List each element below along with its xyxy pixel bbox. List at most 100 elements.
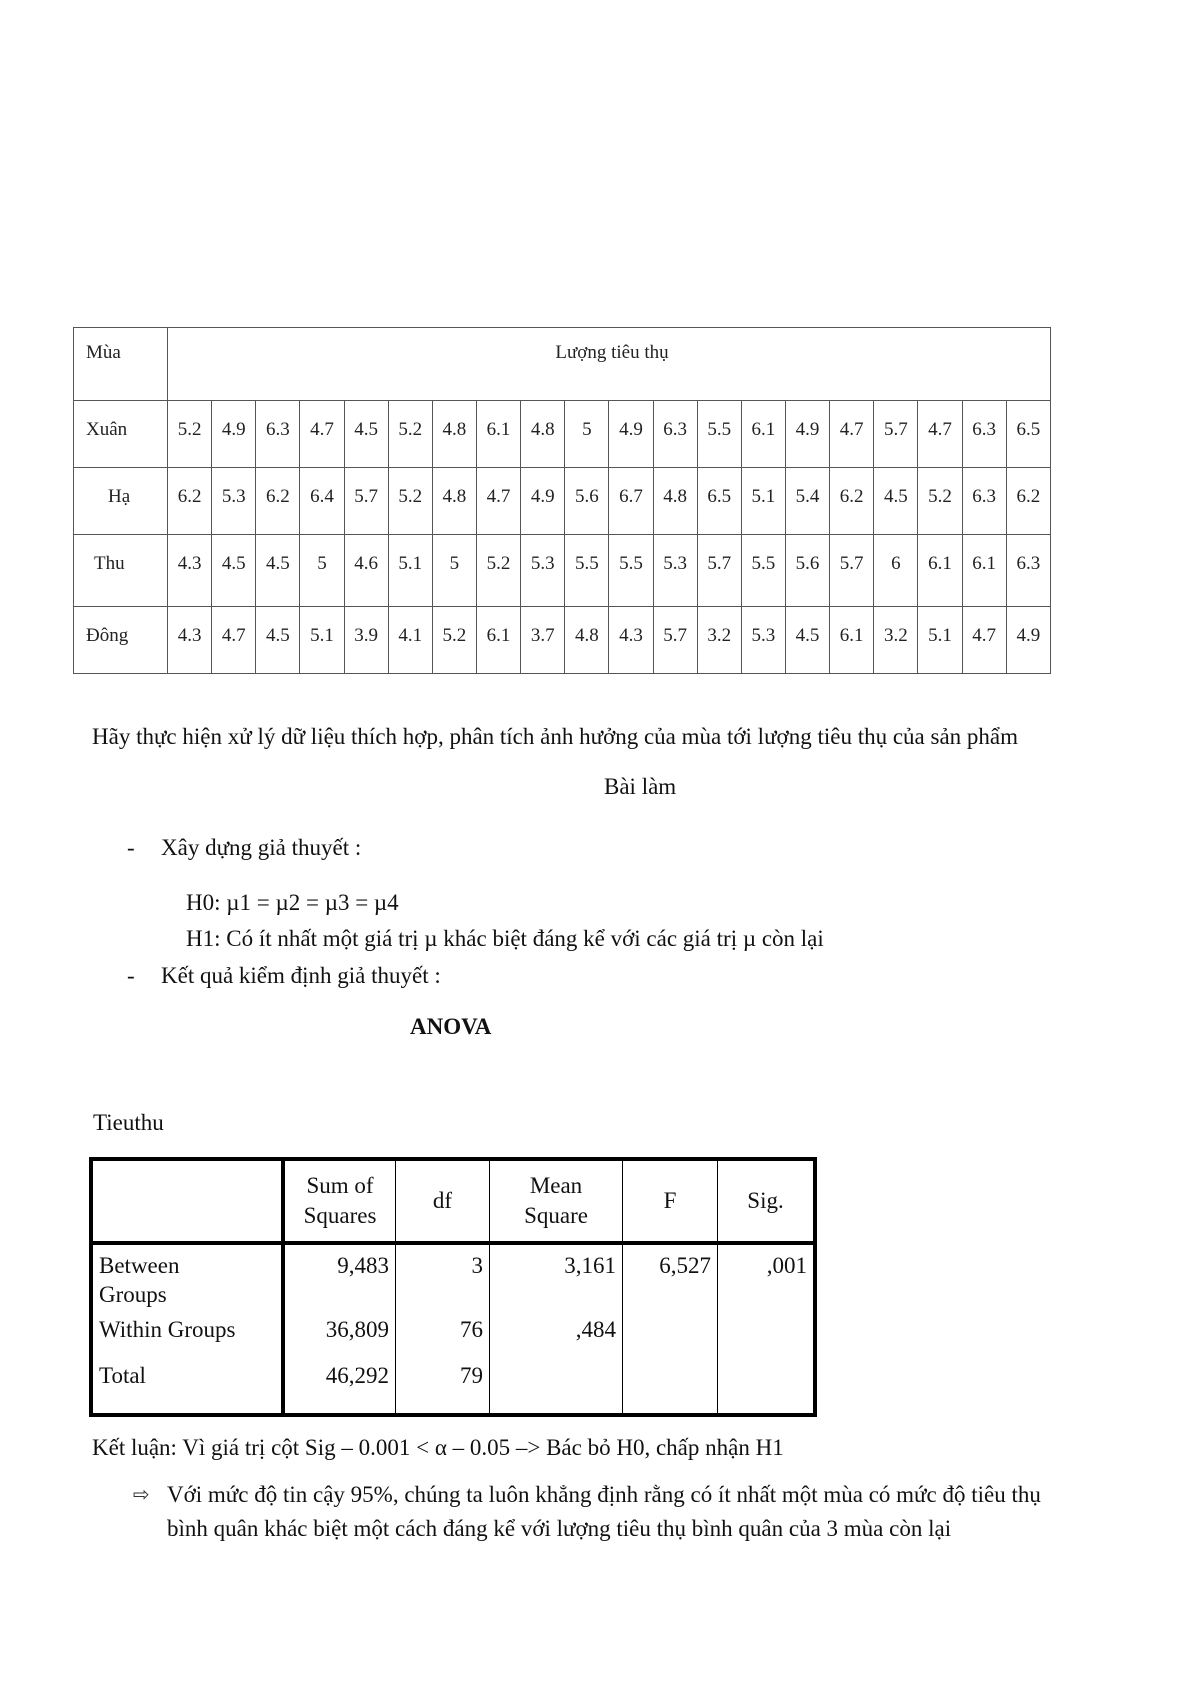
anova-ms bbox=[489, 1361, 623, 1415]
consumption-value: 6.1 bbox=[917, 534, 963, 607]
consumption-value: 5.5 bbox=[740, 534, 786, 607]
consumption-value: 5.7 bbox=[343, 467, 389, 535]
anova-table: Sum of Squares df Mean Square F Sig. Betwe… bbox=[89, 1157, 817, 1417]
consumption-value: 4.8 bbox=[564, 606, 610, 674]
consumption-value: 4.3 bbox=[166, 534, 213, 607]
final-statement-line-1: Với mức độ tin cậy 95%, chúng ta luôn kh… bbox=[167, 1482, 1041, 1507]
bullet-dash: - bbox=[127, 835, 135, 860]
final-statement-line-2: bình quân khác biệt một cách đáng kể với… bbox=[167, 1516, 952, 1541]
anova-ms: 3,161 bbox=[489, 1243, 623, 1315]
consumption-value: 5.7 bbox=[829, 534, 875, 607]
consumption-value: 5 bbox=[431, 534, 477, 607]
data-row-ha: Hạ 6.2 5.3 6.2 6.4 5.7 5.2 4.8 4.7 4.9 5.6 6.7 4.8 6… bbox=[73, 467, 1052, 535]
consumption-value: 4.6 bbox=[343, 534, 389, 607]
task-prompt: Hãy thực hiện xử lý dữ liệu thích hợp, p… bbox=[92, 724, 1019, 749]
anova-df: 76 bbox=[395, 1315, 490, 1361]
anova-ss: 9,483 bbox=[281, 1243, 396, 1315]
consumption-value: 4.8 bbox=[652, 467, 698, 535]
season-label: Xuân bbox=[73, 400, 168, 468]
consumption-value: 6.3 bbox=[961, 400, 1007, 468]
anova-header-df: df bbox=[395, 1159, 490, 1245]
anova-f bbox=[622, 1361, 718, 1415]
consumption-value: 4.5 bbox=[873, 467, 919, 535]
consumption-value: 4.7 bbox=[299, 400, 345, 468]
consumption-value: 5.3 bbox=[211, 467, 257, 535]
consumption-value: 5 bbox=[299, 534, 345, 607]
anova-row-label: Within Groups bbox=[90, 1315, 284, 1361]
consumption-value: 6.5 bbox=[1005, 400, 1052, 468]
consumption-value: 6.1 bbox=[961, 534, 1007, 607]
season-label: Thu bbox=[73, 534, 168, 607]
consumption-value: 6.4 bbox=[299, 467, 345, 535]
consumption-value: 6.1 bbox=[829, 606, 875, 674]
solution-title: Bài làm bbox=[604, 774, 677, 799]
anova-title: ANOVA bbox=[410, 1014, 492, 1039]
consumption-value: 5.6 bbox=[564, 467, 610, 535]
consumption-value: 5.7 bbox=[696, 534, 742, 607]
consumption-value: 5.5 bbox=[696, 400, 742, 468]
anova-header-f: F bbox=[622, 1159, 718, 1245]
anova-row-label: Between Groups bbox=[90, 1243, 284, 1315]
consumption-value: 4.7 bbox=[829, 400, 875, 468]
anova-f bbox=[622, 1315, 718, 1361]
anova-header-row: Sum of Squares df Mean Square F Sig. bbox=[90, 1159, 816, 1245]
anova-ss: 46,292 bbox=[281, 1361, 396, 1415]
consumption-value: 4.5 bbox=[343, 400, 389, 468]
consumption-value: 5.3 bbox=[740, 606, 786, 674]
consumption-value: 6.7 bbox=[608, 467, 654, 535]
consumption-value: 4.5 bbox=[211, 534, 257, 607]
anova-sig: ,001 bbox=[717, 1243, 816, 1315]
consumption-value: 4.8 bbox=[431, 400, 477, 468]
anova-row-between: Between Groups 9,483 3 3,161 6,527 ,001 bbox=[90, 1243, 816, 1315]
consumption-value: 3.9 bbox=[343, 606, 389, 674]
anova-sig bbox=[717, 1315, 816, 1361]
anova-ss: 36,809 bbox=[281, 1315, 396, 1361]
consumption-value: 6.2 bbox=[1005, 467, 1052, 535]
anova-ms: ,484 bbox=[489, 1315, 623, 1361]
consumption-value: 6.1 bbox=[475, 606, 522, 674]
consumption-value: 5.2 bbox=[166, 400, 213, 468]
anova-sig bbox=[717, 1361, 816, 1415]
consumption-value: 6.3 bbox=[255, 400, 301, 468]
consumption-value: 4.7 bbox=[961, 606, 1007, 674]
consumption-data-table: Mùa Lượng tiêu thụ Xuân 5.2 4.9 6.3 4.7 4.5 5… bbox=[73, 327, 1052, 674]
consumption-value: 4.7 bbox=[917, 400, 963, 468]
anova-header-ss: Sum of Squares bbox=[281, 1159, 396, 1245]
hypothesis-heading: Xây dựng giả thuyết : bbox=[161, 835, 362, 860]
anova-header-sig: Sig. bbox=[717, 1159, 816, 1245]
consumption-value: 4.9 bbox=[1005, 606, 1052, 674]
result-heading: Kết quả kiểm định giả thuyết : bbox=[161, 963, 441, 988]
anova-header-ms: Mean Square bbox=[489, 1159, 623, 1245]
anova-variable: Tieuthu bbox=[93, 1110, 164, 1135]
consumption-value: 3.2 bbox=[696, 606, 742, 674]
anova-row-label: Total bbox=[90, 1361, 284, 1415]
consumption-value: 4.9 bbox=[608, 400, 654, 468]
consumption-value: 5.3 bbox=[652, 534, 698, 607]
consumption-value: 4.9 bbox=[784, 400, 831, 468]
consumption-value: 5.1 bbox=[917, 606, 963, 674]
header-season: Mùa bbox=[73, 327, 168, 401]
consumption-value: 4.7 bbox=[211, 606, 257, 674]
consumption-value: 5.2 bbox=[387, 400, 433, 468]
consumption-value: 6.3 bbox=[961, 467, 1007, 535]
consumption-value: 5.5 bbox=[608, 534, 654, 607]
consumption-value: 5.2 bbox=[917, 467, 963, 535]
data-row-dong: Đông 4.3 4.7 4.5 5.1 3.9 4.1 5.2 6.1 3.7 4.8 4.3 5.… bbox=[73, 606, 1052, 674]
consumption-value: 6.3 bbox=[1005, 534, 1052, 607]
consumption-value: 4.3 bbox=[608, 606, 654, 674]
consumption-value: 4.5 bbox=[255, 534, 301, 607]
consumption-value: 5.1 bbox=[299, 606, 345, 674]
consumption-value: 4.1 bbox=[387, 606, 433, 674]
consumption-value: 4.9 bbox=[520, 467, 566, 535]
alt-hypothesis: H1: Có ít nhất một giá trị µ khác biệt đ… bbox=[186, 926, 824, 951]
consumption-value: 5.7 bbox=[873, 400, 919, 468]
anova-df: 3 bbox=[395, 1243, 490, 1315]
consumption-value: 5 bbox=[564, 400, 610, 468]
consumption-value: 5.7 bbox=[652, 606, 698, 674]
consumption-value: 5.2 bbox=[387, 467, 433, 535]
null-hypothesis: H0: µ1 = µ2 = µ3 = µ4 bbox=[186, 890, 399, 915]
consumption-value: 5.2 bbox=[475, 534, 522, 607]
arrow-right-icon: ⇨ bbox=[133, 1482, 150, 1506]
bullet-dash: - bbox=[127, 963, 135, 988]
data-row-xuan: Xuân 5.2 4.9 6.3 4.7 4.5 5.2 4.8 6.1 4.8 5 4.9 6.3 5… bbox=[73, 400, 1052, 468]
